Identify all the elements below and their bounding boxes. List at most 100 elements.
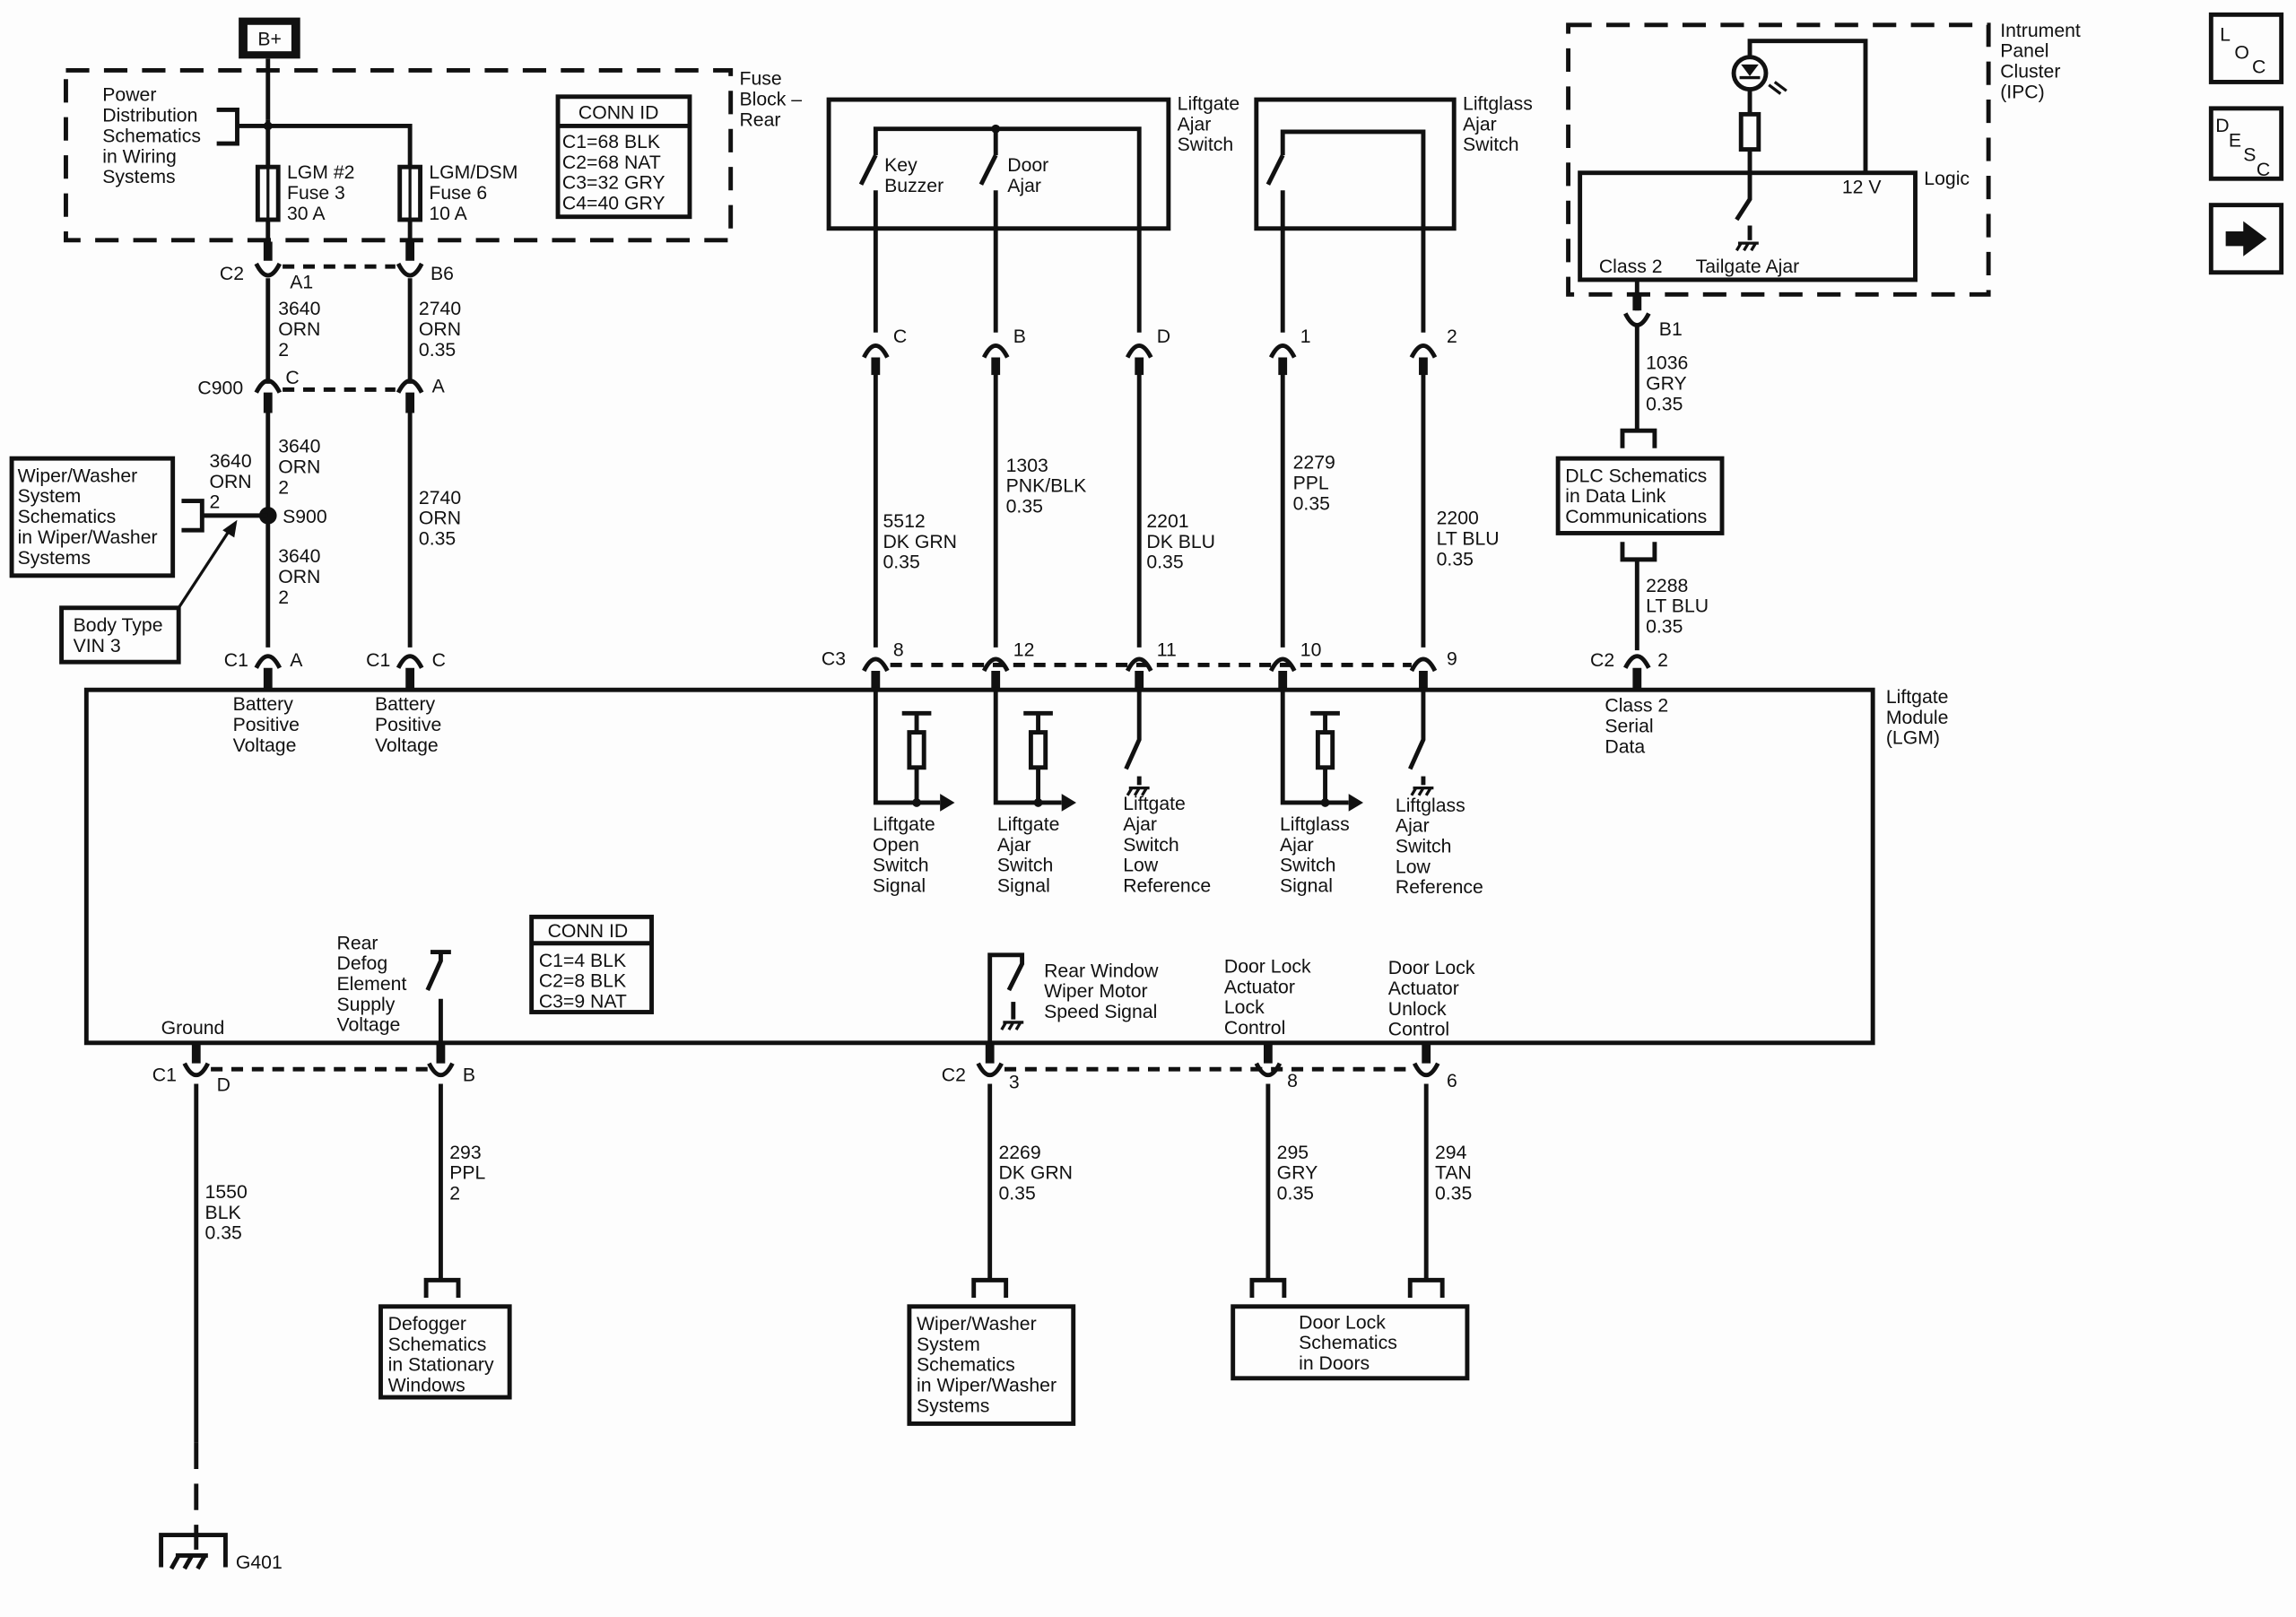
svg-text:Positive: Positive xyxy=(233,715,300,735)
svg-text:C2=68 NAT: C2=68 NAT xyxy=(562,152,661,173)
connector-terminal xyxy=(976,1062,1004,1078)
svg-text:ORN: ORN xyxy=(419,509,461,529)
liftglass-ajar-switch: Liftglass Ajar Switch xyxy=(1254,93,1533,231)
connector-c900-label: C900 xyxy=(197,378,243,398)
door-lock-schematics-ref[interactable]: Door Lock Schematics in Doors xyxy=(1231,1304,1470,1381)
svg-text:0.35: 0.35 xyxy=(1646,617,1683,638)
b-plus-label: B+ xyxy=(257,30,282,50)
svg-text:294: 294 xyxy=(1435,1143,1467,1163)
wiper-washer-ref-left[interactable]: Wiper/Washer System Schematics in Wiper/… xyxy=(9,456,176,578)
svg-text:PPL: PPL xyxy=(449,1163,485,1184)
svg-text:C3=32 GRY: C3=32 GRY xyxy=(562,173,665,194)
svg-text:Switch: Switch xyxy=(1178,135,1233,155)
svg-text:C: C xyxy=(285,368,299,388)
svg-text:Door Lock: Door Lock xyxy=(1299,1312,1386,1333)
svg-text:DK GRN: DK GRN xyxy=(883,532,957,552)
svg-text:CONN ID: CONN ID xyxy=(578,102,659,123)
svg-text:Liftgate: Liftgate xyxy=(1123,794,1186,814)
svg-text:Rear Window: Rear Window xyxy=(1044,961,1159,981)
svg-text:3640: 3640 xyxy=(278,437,320,457)
svg-text:Ajar: Ajar xyxy=(1178,114,1212,135)
svg-text:C1: C1 xyxy=(224,650,248,671)
loc-button[interactable]: L O C xyxy=(2208,12,2284,84)
svg-text:Wiper/Washer: Wiper/Washer xyxy=(917,1314,1037,1334)
connector-terminal xyxy=(862,656,890,673)
next-button[interactable] xyxy=(2208,203,2284,275)
svg-text:in Wiper/Washer: in Wiper/Washer xyxy=(18,527,158,548)
svg-text:Door: Door xyxy=(1007,155,1048,176)
svg-text:C1=68 BLK: C1=68 BLK xyxy=(562,132,660,152)
svg-text:Communications: Communications xyxy=(1565,507,1707,527)
defogger-schematics-ref[interactable]: Defogger Schematics in Stationary Window… xyxy=(378,1304,512,1400)
svg-text:CONN ID: CONN ID xyxy=(548,921,629,942)
svg-text:Liftgate: Liftgate xyxy=(1178,93,1240,114)
svg-text:D: D xyxy=(217,1075,230,1096)
svg-text:Signal: Signal xyxy=(1280,876,1333,897)
connector-terminal xyxy=(1268,343,1297,359)
svg-text:B: B xyxy=(463,1065,475,1085)
svg-text:DLC Schematics: DLC Schematics xyxy=(1565,465,1707,486)
svg-text:G401: G401 xyxy=(236,1552,283,1573)
svg-text:1550: 1550 xyxy=(205,1182,248,1203)
svg-text:0.35: 0.35 xyxy=(998,1184,1035,1204)
svg-text:in Data Link: in Data Link xyxy=(1565,486,1665,507)
dlc-schematics-ref[interactable]: DLC Schematics in Data Link Communicatio… xyxy=(1555,456,1725,535)
svg-text:Ground: Ground xyxy=(161,1018,225,1039)
connector-terminal xyxy=(182,1062,211,1078)
fuse-lgm-2: LGM #2 Fuse 3 30 A xyxy=(255,162,354,224)
connector-terminal xyxy=(1409,656,1438,673)
svg-text:2: 2 xyxy=(1657,650,1668,671)
svg-text:Intrument: Intrument xyxy=(2000,21,2081,41)
svg-text:10 A: 10 A xyxy=(429,204,467,224)
svg-text:2201: 2201 xyxy=(1146,511,1188,532)
svg-text:TAN: TAN xyxy=(1435,1163,1472,1184)
connector-terminal xyxy=(862,343,890,359)
svg-text:D: D xyxy=(1157,326,1170,347)
svg-text:2288: 2288 xyxy=(1646,576,1688,596)
svg-text:0.35: 0.35 xyxy=(1435,1184,1472,1204)
svg-text:Battery: Battery xyxy=(375,694,436,715)
svg-text:Ajar: Ajar xyxy=(1007,176,1041,196)
svg-text:Supply: Supply xyxy=(337,995,396,1015)
svg-text:Liftglass: Liftglass xyxy=(1396,795,1465,816)
svg-text:Reference: Reference xyxy=(1123,876,1211,897)
svg-text:1303: 1303 xyxy=(1006,456,1048,476)
svg-text:(IPC): (IPC) xyxy=(2000,82,2045,102)
svg-text:Windows: Windows xyxy=(388,1375,465,1395)
desc-icon: D xyxy=(2215,116,2229,136)
svg-text:0.35: 0.35 xyxy=(1293,493,1330,514)
svg-text:2269: 2269 xyxy=(998,1143,1040,1163)
svg-text:2: 2 xyxy=(449,1184,460,1204)
svg-text:PPL: PPL xyxy=(1293,473,1329,493)
svg-text:Defog: Defog xyxy=(337,953,388,974)
svg-text:LGM #2: LGM #2 xyxy=(287,162,354,183)
svg-text:Fuse 3: Fuse 3 xyxy=(287,183,345,204)
svg-text:0.35: 0.35 xyxy=(883,552,919,573)
svg-text:Systems: Systems xyxy=(18,548,91,569)
svg-text:Class 2: Class 2 xyxy=(1599,256,1663,277)
svg-text:Voltage: Voltage xyxy=(337,1015,401,1036)
connector-terminal xyxy=(427,1062,455,1078)
liftgate-module: Liftgate Module (LGM) Battery Positive V… xyxy=(83,687,1949,1046)
svg-text:Lock: Lock xyxy=(1224,997,1265,1018)
svg-text:Rear: Rear xyxy=(739,109,780,130)
svg-text:Wiper Motor: Wiper Motor xyxy=(1044,981,1148,1002)
splice-s900-label: S900 xyxy=(283,507,327,527)
wiper-washer-ref-bottom[interactable]: Wiper/Washer System Schematics in Wiper/… xyxy=(907,1304,1076,1426)
svg-text:C2: C2 xyxy=(942,1065,966,1085)
liftgate-module-wiring-schematic: B+ Fuse Block – Rear Power Distribution … xyxy=(9,12,2284,1573)
svg-text:Wiper/Washer: Wiper/Washer xyxy=(18,465,138,486)
svg-text:LGM/DSM: LGM/DSM xyxy=(429,162,517,183)
svg-text:Key: Key xyxy=(884,155,918,176)
svg-text:Module: Module xyxy=(1886,708,1949,728)
svg-text:Logic: Logic xyxy=(1924,169,1970,189)
svg-text:Schematics: Schematics xyxy=(1299,1333,1397,1353)
svg-text:System: System xyxy=(917,1334,980,1355)
desc-button[interactable]: D E S C xyxy=(2208,106,2284,181)
svg-text:Power: Power xyxy=(102,85,156,106)
svg-text:C: C xyxy=(432,650,446,671)
connector-terminal xyxy=(1409,343,1438,359)
svg-text:Actuator: Actuator xyxy=(1388,978,1459,999)
svg-text:Cluster: Cluster xyxy=(2000,62,2060,83)
power-distribution-ref[interactable]: Power Distribution Schematics in Wiring … xyxy=(102,85,268,187)
